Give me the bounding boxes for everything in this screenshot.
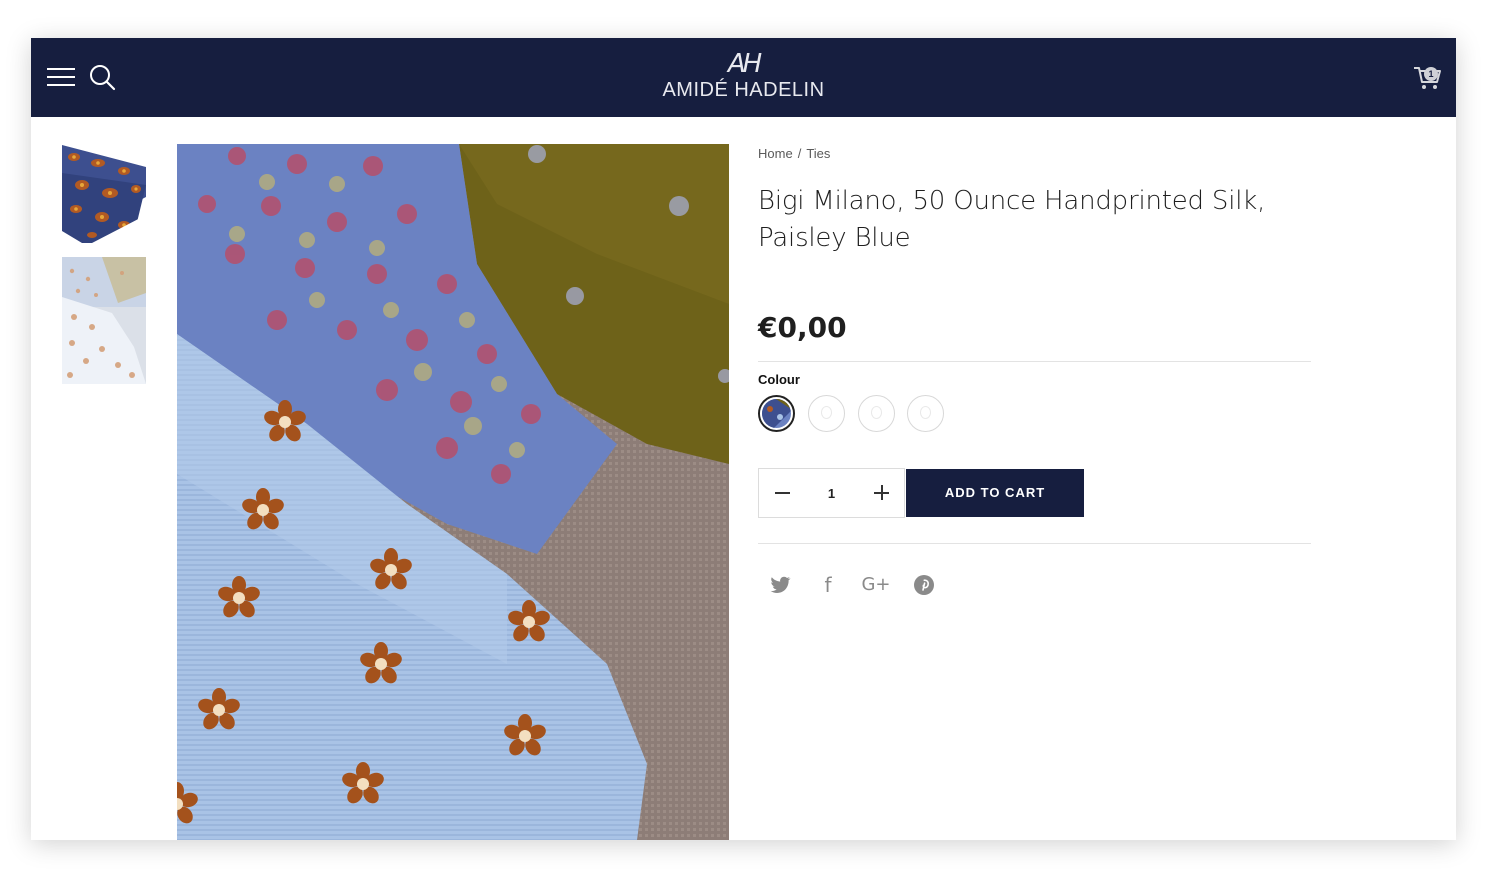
price-divider: [758, 361, 1311, 362]
breadcrumb-separator: /: [797, 146, 802, 161]
cart-count-badge: 1: [1424, 67, 1438, 81]
quantity-stepper: [758, 468, 905, 518]
add-to-cart-button[interactable]: ADD TO CART: [906, 469, 1084, 517]
breadcrumb-ties-link[interactable]: Ties: [806, 146, 830, 161]
colour-label: Colour: [758, 372, 800, 387]
quantity-decrease-button[interactable]: [759, 469, 805, 517]
site-header: AH AMIDÉ HADELIN 1: [31, 38, 1456, 117]
breadcrumb-home-link[interactable]: Home: [758, 146, 793, 161]
site-logo[interactable]: AH AMIDÉ HADELIN: [31, 50, 1456, 102]
product-main-image[interactable]: [177, 144, 729, 840]
quantity-increase-button[interactable]: [858, 469, 904, 517]
colour-swatch-3[interactable]: [858, 395, 895, 432]
facebook-icon[interactable]: f: [816, 573, 840, 597]
colour-swatch-1[interactable]: [758, 395, 795, 432]
twitter-icon[interactable]: [768, 573, 792, 597]
breadcrumb: Home / Ties: [758, 146, 830, 161]
colour-swatch-4[interactable]: [907, 395, 944, 432]
actions-divider: [758, 543, 1311, 544]
minus-icon: [775, 492, 790, 494]
product-title: Bigi Milano, 50 Ounce Handprinted Silk, …: [758, 186, 1266, 253]
quantity-input[interactable]: [805, 469, 858, 517]
floral-ties-thumbnail[interactable]: [62, 257, 146, 384]
colour-swatch-2[interactable]: [808, 395, 845, 432]
logo-wordmark: AMIDÉ HADELIN: [662, 79, 825, 101]
logo-monogram: AH: [727, 49, 762, 79]
product-price: €0,00: [758, 311, 847, 344]
pinterest-icon[interactable]: [912, 573, 936, 597]
paisley-tie-thumbnail[interactable]: [62, 145, 146, 243]
google-plus-icon[interactable]: G+: [861, 573, 891, 597]
page-frame: AH AMIDÉ HADELIN 1 Home / Ties Bigi Mila…: [31, 38, 1456, 840]
